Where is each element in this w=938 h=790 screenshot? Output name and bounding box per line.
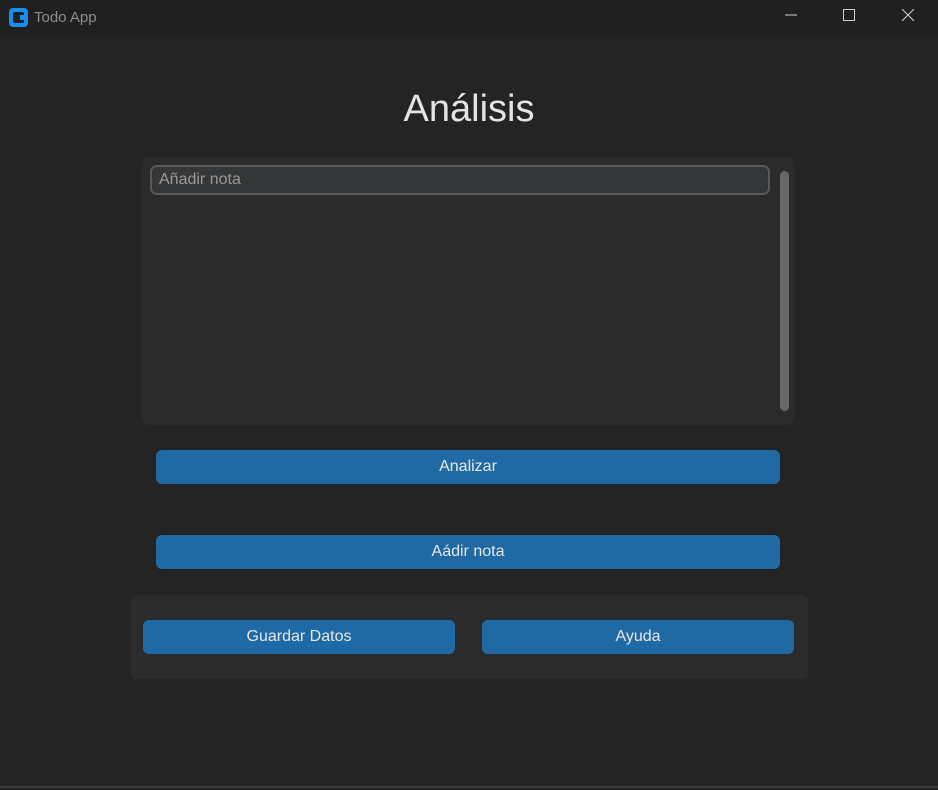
add-note-button[interactable]: Aádir nota xyxy=(156,535,780,569)
maximize-button[interactable] xyxy=(820,0,878,34)
window-bottom-border xyxy=(0,786,938,788)
notes-scroll-frame xyxy=(142,157,794,425)
window-title: Todo App xyxy=(34,9,97,26)
guardar-datos-button[interactable]: Guardar Datos xyxy=(143,620,455,654)
close-icon xyxy=(901,8,915,26)
bottom-button-frame: Guardar Datos Ayuda xyxy=(130,595,808,679)
app-logo-icon xyxy=(9,8,28,27)
minimize-button[interactable] xyxy=(762,0,820,34)
close-button[interactable] xyxy=(879,0,937,34)
note-input[interactable] xyxy=(150,165,770,195)
page-title: Análisis xyxy=(403,88,535,130)
title-bar[interactable]: Todo App xyxy=(0,0,938,36)
app-window: Todo App Análisis Analizar Aádir nota Gu… xyxy=(0,0,938,790)
analizar-button[interactable]: Analizar xyxy=(156,450,780,484)
maximize-icon xyxy=(843,8,855,26)
minimize-icon xyxy=(785,8,797,26)
notes-scrollbar[interactable] xyxy=(780,171,789,411)
ayuda-button[interactable]: Ayuda xyxy=(482,620,794,654)
